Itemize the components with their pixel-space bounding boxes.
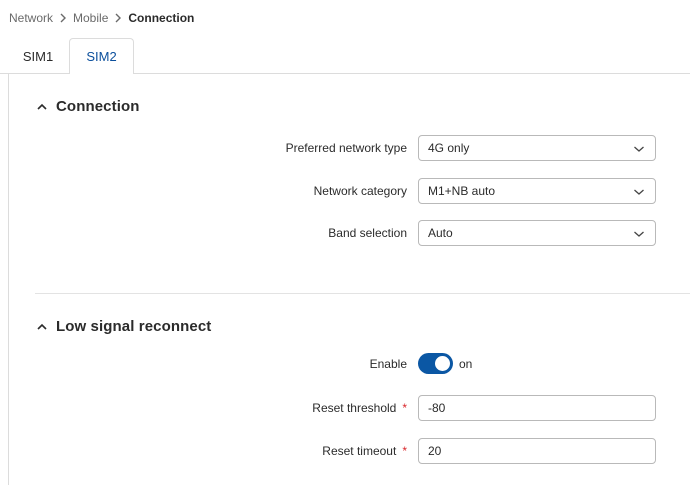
mobile-connection-page: Network Mobile Connection SIM1 SIM2 Conn…: [0, 0, 690, 485]
required-marker: *: [402, 401, 407, 415]
preferred-network-type-label: Preferred network type: [285, 141, 407, 155]
tab-sim1[interactable]: SIM1: [8, 38, 68, 74]
chevron-down-icon: [633, 143, 645, 155]
reset-timeout-label-text: Reset timeout: [322, 444, 397, 458]
preferred-network-type-value: 4G only: [428, 141, 470, 155]
sim-tabs: SIM1 SIM2: [0, 38, 690, 75]
required-marker: *: [402, 444, 407, 458]
enable-state-text: on: [459, 357, 473, 371]
breadcrumb: Network Mobile Connection: [9, 10, 194, 26]
enable-toggle[interactable]: [418, 353, 453, 374]
connection-section-title: Connection: [56, 98, 140, 115]
band-selection-select[interactable]: Auto: [418, 220, 656, 246]
breadcrumb-connection: Connection: [128, 11, 195, 25]
enable-row: Enable on: [9, 351, 690, 377]
tab-sim2[interactable]: SIM2: [69, 38, 134, 75]
chevron-right-icon: [56, 10, 70, 26]
section-divider: [35, 293, 690, 294]
network-category-label: Network category: [313, 184, 407, 198]
reset-threshold-label-text: Reset threshold: [312, 401, 397, 415]
breadcrumb-mobile[interactable]: Mobile: [73, 11, 108, 25]
network-category-select[interactable]: M1+NB auto: [418, 178, 656, 204]
network-category-value: M1+NB auto: [428, 184, 496, 198]
enable-label: Enable: [369, 357, 407, 371]
reset-threshold-input[interactable]: [418, 395, 656, 421]
sim2-settings-panel: Connection Preferred network type 4G onl…: [8, 74, 690, 485]
breadcrumb-network[interactable]: Network: [9, 11, 53, 25]
chevron-right-icon: [111, 10, 125, 26]
chevron-down-icon: [633, 228, 645, 240]
reset-threshold-label: Reset threshold *: [312, 395, 407, 421]
chevron-up-icon: [35, 320, 49, 334]
toggle-knob: [435, 356, 450, 371]
band-selection-label: Band selection: [328, 226, 407, 240]
reset-threshold-row: Reset threshold *: [9, 395, 690, 421]
reset-timeout-label: Reset timeout *: [322, 438, 407, 464]
network-category-row: Network category M1+NB auto: [9, 178, 690, 204]
reset-timeout-row: Reset timeout *: [9, 438, 690, 464]
chevron-up-icon: [35, 100, 49, 114]
preferred-network-type-select[interactable]: 4G only: [418, 135, 656, 161]
band-selection-value: Auto: [428, 226, 453, 240]
low-signal-section-toggle[interactable]: Low signal reconnect: [35, 318, 211, 335]
connection-section-toggle[interactable]: Connection: [35, 98, 140, 115]
low-signal-section-title: Low signal reconnect: [56, 318, 212, 335]
band-selection-row: Band selection Auto: [9, 220, 690, 246]
reset-timeout-input[interactable]: [418, 438, 656, 464]
preferred-network-type-row: Preferred network type 4G only: [9, 135, 690, 161]
chevron-down-icon: [633, 186, 645, 198]
